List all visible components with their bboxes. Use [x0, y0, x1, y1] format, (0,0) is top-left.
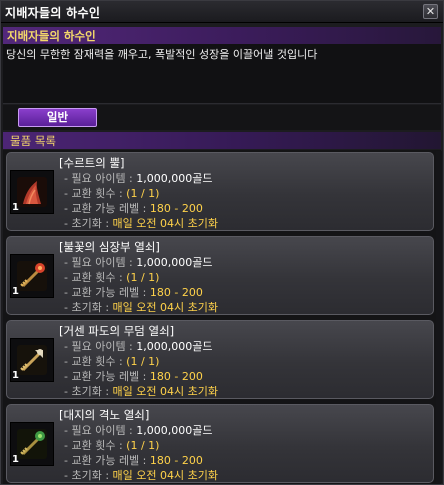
- item-level-range: - 교환 가능 레벨 : 180 - 200: [64, 454, 203, 467]
- item-exchange-count: - 교환 횟수 : (1 / 1): [64, 439, 160, 452]
- item-required: - 필요 아이템 : 1,000,000골드: [64, 340, 213, 353]
- item-required: - 필요 아이템 : 1,000,000골드: [64, 424, 213, 437]
- tab-general[interactable]: 일반: [18, 108, 97, 127]
- item-required: - 필요 아이템 : 1,000,000골드: [64, 256, 213, 269]
- item-slot[interactable]: 1: [10, 422, 54, 466]
- item-quantity: 1: [12, 370, 19, 381]
- close-icon: ✕: [425, 5, 436, 18]
- list-item[interactable]: 1 [불꽃의 심장부 열쇠] - 필요 아이템 : 1,000,000골드 - …: [6, 236, 434, 315]
- item-exchange-count: - 교환 횟수 : (1 / 1): [64, 355, 160, 368]
- earth-key-icon: [17, 429, 47, 459]
- scrollbar[interactable]: [436, 151, 442, 483]
- window-titlebar[interactable]: 지배자들의 하수인 ✕: [1, 1, 443, 23]
- close-button[interactable]: ✕: [423, 4, 438, 19]
- item-slot[interactable]: 1: [10, 170, 54, 214]
- item-name: [수르트의 뿔]: [59, 156, 125, 170]
- item-quantity: 1: [12, 202, 19, 213]
- exchange-window: 지배자들의 하수인 ✕ 지배자들의 하수인 당신의 무한한 잠재력을 깨우고, …: [0, 0, 444, 485]
- item-reset: - 초기화 : 매일 오전 04시 초기화: [64, 301, 218, 314]
- npc-name: 지배자들의 하수인: [7, 29, 96, 43]
- window-title: 지배자들의 하수인: [5, 6, 101, 20]
- item-slot[interactable]: 1: [10, 338, 54, 382]
- item-reset: - 초기화 : 매일 오전 04시 초기화: [64, 469, 218, 482]
- item-name: [불꽃의 심장부 열쇠]: [59, 240, 160, 254]
- item-exchange-count: - 교환 횟수 : (1 / 1): [64, 271, 160, 284]
- item-list-title: 물품 목록: [10, 134, 56, 148]
- fire-key-icon: [17, 261, 47, 291]
- item-quantity: 1: [12, 286, 19, 297]
- item-slot[interactable]: 1: [10, 254, 54, 298]
- item-name: [대지의 격노 열쇠]: [59, 408, 150, 422]
- item-reset: - 초기화 : 매일 오전 04시 초기화: [64, 217, 218, 230]
- item-exchange-count: - 교환 횟수 : (1 / 1): [64, 187, 160, 200]
- red-horn-icon: [17, 177, 47, 207]
- list-item[interactable]: 1 [수르트의 뿔] - 필요 아이템 : 1,000,000골드 - 교환 횟…: [6, 152, 434, 231]
- wave-key-icon: [17, 345, 47, 375]
- npc-description: 당신의 무한한 잠재력을 깨우고, 폭발적인 성장을 이끌어낼 것입니다: [6, 48, 318, 61]
- item-list-header: 물품 목록: [3, 132, 441, 149]
- list-item[interactable]: 1 [대지의 격노 열쇠] - 필요 아이템 : 1,000,000골드 - 교…: [6, 404, 434, 483]
- item-level-range: - 교환 가능 레벨 : 180 - 200: [64, 370, 203, 383]
- item-required: - 필요 아이템 : 1,000,000골드: [64, 172, 213, 185]
- item-level-range: - 교환 가능 레벨 : 180 - 200: [64, 286, 203, 299]
- item-quantity: 1: [12, 454, 19, 465]
- item-level-range: - 교환 가능 레벨 : 180 - 200: [64, 202, 203, 215]
- list-item[interactable]: 1 [거센 파도의 무덤 열쇠] - 필요 아이템 : 1,000,000골드 …: [6, 320, 434, 399]
- npc-name-bar: 지배자들의 하수인: [3, 27, 441, 44]
- item-reset: - 초기화 : 매일 오전 04시 초기화: [64, 385, 218, 398]
- item-name: [거센 파도의 무덤 열쇠]: [59, 324, 175, 338]
